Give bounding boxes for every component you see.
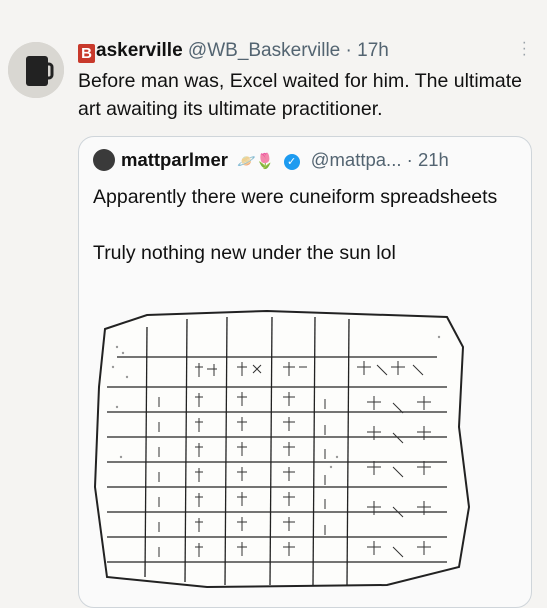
verified-badge-icon: ✓ xyxy=(283,154,300,170)
more-options-icon[interactable]: · · · xyxy=(522,35,527,63)
brand-letter-icon: B xyxy=(78,44,95,63)
tweet-text: Before man was, Excel waited for him. Th… xyxy=(78,70,522,120)
display-name[interactable]: askerville xyxy=(96,40,183,61)
timestamp[interactable]: 17h xyxy=(357,40,389,61)
tweet-header: Baskerville @WB_Baskerville · 17h xyxy=(78,40,389,63)
quote-line-1: Apparently there were cuneiform spreadsh… xyxy=(93,186,498,208)
avatar-icon xyxy=(8,42,64,98)
separator: · xyxy=(345,40,352,61)
quote-display-name[interactable]: mattparlmer xyxy=(121,149,228,170)
emoji-icon: 🪐🌷 xyxy=(237,153,275,170)
quote-line-2: Truly nothing new under the sun lol xyxy=(93,242,396,264)
quoted-tweet[interactable]: mattparlmer 🪐🌷 ✓ @mattpa... · 21h Appare… xyxy=(78,136,532,608)
tweet[interactable]: Baskerville @WB_Baskerville · 17h · · · Be… xyxy=(0,0,547,608)
quote-body: Apparently there were cuneiform spreadsh… xyxy=(93,183,513,267)
quote-header: mattparlmer 🪐🌷 ✓ @mattpa... · 21h xyxy=(93,149,449,171)
avatar[interactable] xyxy=(8,42,64,98)
quote-handle[interactable]: @mattpa... xyxy=(311,149,402,170)
quote-avatar[interactable] xyxy=(93,149,115,171)
quote-timestamp[interactable]: 21h xyxy=(418,149,449,170)
cuneiform-tablet-image[interactable] xyxy=(87,307,477,597)
quote-separator: · xyxy=(406,149,413,170)
user-handle[interactable]: @WB_Baskerville xyxy=(188,40,340,61)
